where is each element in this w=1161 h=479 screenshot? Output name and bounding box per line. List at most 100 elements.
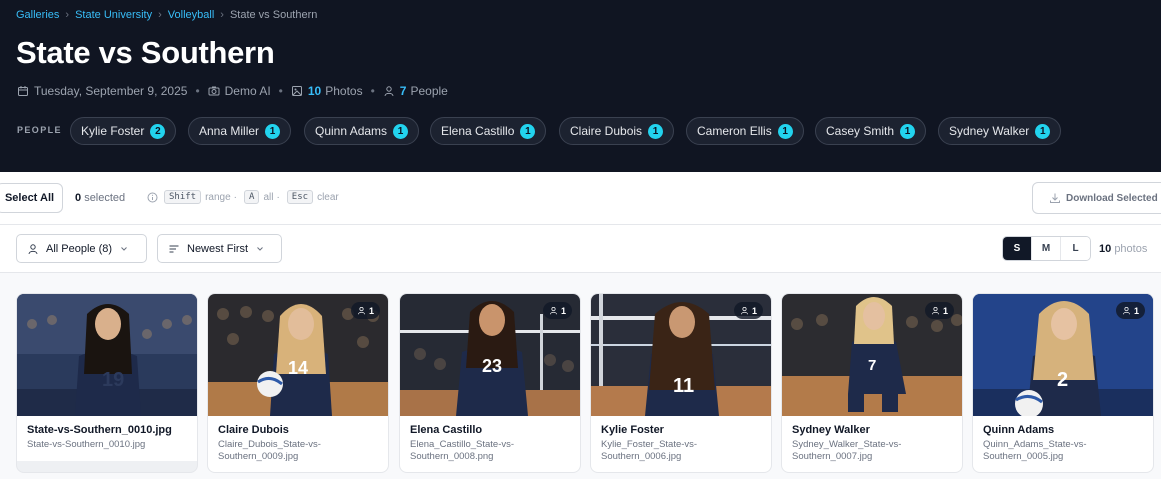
person-chip-count: 1 [1035,123,1051,139]
gallery-meta: Tuesday, September 9, 2025 • Demo AI • 1… [17,84,448,98]
select-all-button[interactable]: Select All [0,183,63,213]
person-chip-name: Elena Castillo [441,124,515,138]
photo-card[interactable]: 23 1 Elena Castillo Elena_Castillo_State… [399,293,581,473]
jersey-number: 2 [1057,369,1068,391]
photo-card[interactable]: 19 State-vs-Southern_0010.jpg State-vs-S… [16,293,198,473]
gallery-date: Tuesday, September 9, 2025 [34,84,188,98]
selected-count-value: 0 [75,192,82,204]
photo-caption: Sydney Walker Sydney_Walker_State-vs-Sou… [792,424,957,463]
photo-card[interactable]: 7 1 Sydney Walker Sydney_Walker_State-vs… [781,293,963,473]
person-chip-count: 1 [265,123,281,139]
people-count-badge: 1 [542,302,572,319]
gallery-camera: Demo AI [224,84,271,98]
people-count-value: 1 [751,305,757,316]
person-chip-count: 2 [150,123,166,139]
selected-count-label: selected [84,192,126,204]
photo-caption: Elena Castillo Elena_Castillo_State-vs-S… [410,424,575,463]
camera-icon [208,85,220,97]
person-chip-name: Quinn Adams [315,124,388,138]
person-chip-name: Claire Dubois [570,124,643,138]
person-chip-name: Kylie Foster [81,124,145,138]
meta-separator: • [278,84,283,98]
breadcrumb-separator: › [220,9,224,21]
thumbnail-size-toggle: S M L [1002,236,1091,261]
people-count-badge: 1 [350,302,380,319]
photos-label: Photos [325,84,363,98]
person-icon [1122,306,1131,315]
kbd-esc: Esc [286,190,314,204]
photo-filename: Claire_Dubois_State-vs-Southern_0009.jpg [218,439,321,462]
photo-title: Claire Dubois [218,424,289,436]
person-chip-quinn-adams[interactable]: Quinn Adams 1 [304,117,420,145]
sort-dropdown[interactable]: Newest First [157,234,282,263]
person-chip-claire-dubois[interactable]: Claire Dubois 1 [559,117,675,145]
person-chip-elena-castillo[interactable]: Elena Castillo 1 [430,117,547,145]
breadcrumb-state-university[interactable]: State University [75,9,152,21]
calendar-icon [17,85,29,97]
person-chip-cameron-ellis[interactable]: Cameron Ellis 1 [686,117,804,145]
person-icon [740,306,749,315]
breadcrumb-galleries[interactable]: Galleries [16,9,59,21]
breadcrumb-volleyball[interactable]: Volleyball [168,9,214,21]
photo-caption: Claire Dubois Claire_Dubois_State-vs-Sou… [218,424,383,463]
person-chip-casey-smith[interactable]: Casey Smith 1 [815,117,927,145]
hint-separator: · [276,191,280,203]
photo-count-label: photos [1114,243,1148,255]
person-icon [357,306,366,315]
info-icon [147,192,158,203]
kbd-a: A [244,190,260,204]
filter-bar: All People (8) Newest First S M L 10 pho… [0,225,1161,273]
jersey-number: 11 [673,375,694,397]
photo-filename: State-vs-Southern_0010.jpg [27,439,146,450]
size-small-button[interactable]: S [1003,237,1032,260]
people-count-badge: 1 [733,302,763,319]
download-selected-button[interactable]: Download Selected [1032,182,1161,214]
kbd-shift: Shift [164,190,202,204]
page-title: State vs Southern [16,35,275,70]
size-medium-button[interactable]: M [1032,237,1061,260]
breadcrumb-separator: › [65,9,70,21]
people-count-value: 1 [942,305,948,316]
selection-toolbar: Select All 0 selected Shift range · A al… [0,172,1161,225]
person-chip-name: Cameron Ellis [697,124,772,138]
photo-title: Kylie Foster [601,424,664,436]
size-large-button[interactable]: L [1061,237,1090,260]
photo-title: Sydney Walker [792,424,870,436]
photo-filename: Quinn_Adams_State-vs-Southern_0005.jpg [983,439,1087,462]
jersey-number: 14 [288,358,308,378]
person-icon [931,306,940,315]
breadcrumb-separator: › [158,9,162,21]
people-count-badge: 1 [1115,302,1145,319]
image-icon [291,85,303,97]
photo-card[interactable]: 14 1 Claire Dubois Claire_Dubois_State-v… [207,293,389,473]
photo-filename: Elena_Castillo_State-vs-Southern_0008.pn… [410,439,515,462]
people-filter-value: All People (8) [46,242,113,255]
photo-card[interactable]: 11 1 Kylie Foster Kylie_Foster_State-vs-… [590,293,772,473]
people-section-label: PEOPLE [17,125,62,135]
download-selected-label: Download Selected [1066,192,1158,204]
person-chip-count: 1 [777,123,793,139]
person-chip-count: 1 [520,123,536,139]
photo-title: State-vs-Southern_0010.jpg [27,424,172,436]
jersey-number: 23 [482,356,502,376]
gallery-header: Galleries › State University › Volleybal… [0,0,1161,172]
person-chip-count: 1 [393,123,409,139]
people-count-value: 1 [560,305,566,316]
person-icon [27,243,39,255]
hint-separator: · [233,191,238,203]
photo-title: Quinn Adams [983,424,1055,436]
selected-count: 0 selected [75,192,125,204]
person-chip-sydney-walker[interactable]: Sydney Walker 1 [938,117,1062,145]
person-chip-name: Sydney Walker [949,124,1030,138]
people-count-value: 1 [1133,305,1139,316]
person-chip-name: Casey Smith [826,124,895,138]
photo-thumbnail[interactable]: 19 [17,294,197,416]
chevron-down-icon [119,244,129,254]
jersey-number: 7 [868,357,876,374]
photo-card[interactable]: 2 1 Quinn Adams Quinn_Adams_State-vs-Sou… [972,293,1154,473]
person-chip-kylie-foster[interactable]: Kylie Foster 2 [70,117,177,145]
photo-filename: Kylie_Foster_State-vs-Southern_0006.jpg [601,439,698,462]
person-chip-anna-miller[interactable]: Anna Miller 1 [188,117,292,145]
photo-count: 10 photos [1099,243,1147,255]
people-filter-dropdown[interactable]: All People (8) [16,234,147,263]
